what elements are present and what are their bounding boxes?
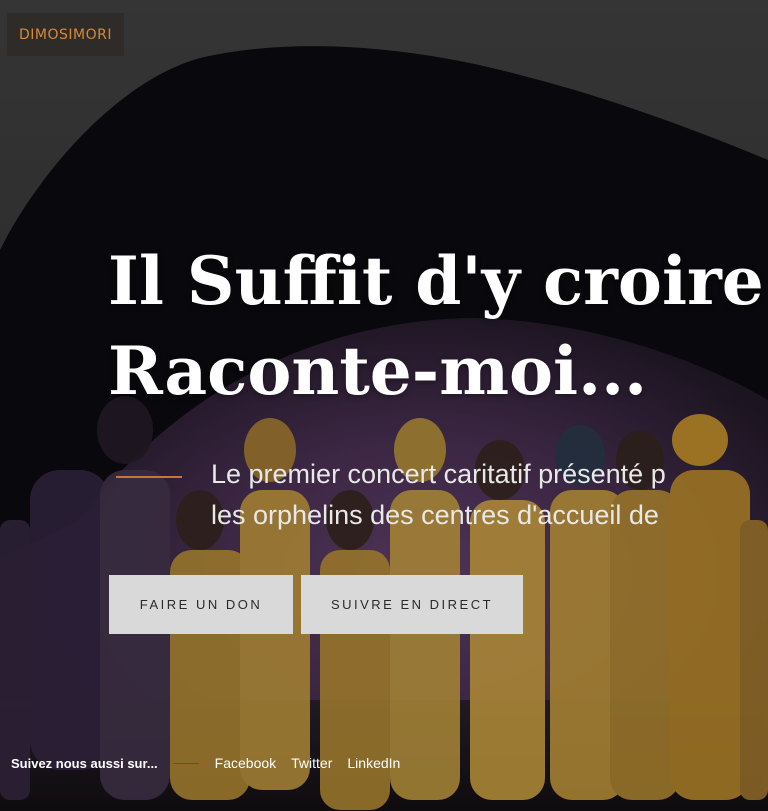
social-label: Suivez nous aussi sur... <box>11 755 158 771</box>
site-logo[interactable]: DIMOSIMORI <box>7 13 124 56</box>
facebook-link[interactable]: Facebook <box>215 755 276 771</box>
hero-headline: Il Suffit d'y croire Raconte-moi... <box>108 236 764 416</box>
donate-button[interactable]: FAIRE UN DON <box>109 575 293 634</box>
subtitle-line-1: Le premier concert caritatif présenté p <box>211 459 666 489</box>
linkedin-link[interactable]: LinkedIn <box>347 755 400 771</box>
watch-live-button[interactable]: SUIVRE EN DIRECT <box>301 575 523 634</box>
headline-line-1: Il Suffit d'y croire <box>108 242 764 320</box>
social-divider <box>172 762 199 764</box>
accent-divider <box>116 476 182 478</box>
hero-subtitle: Le premier concert caritatif présenté p … <box>211 454 666 536</box>
headline-line-2: Raconte-moi... <box>108 332 648 410</box>
subtitle-line-2: les orphelins des centres d'accueil de <box>211 500 659 530</box>
twitter-link[interactable]: Twitter <box>291 755 332 771</box>
social-links-bar: Suivez nous aussi sur... Facebook Twitte… <box>11 752 415 774</box>
hero-section: DIMOSIMORI Il Suffit d'y croire Raconte-… <box>0 0 768 811</box>
